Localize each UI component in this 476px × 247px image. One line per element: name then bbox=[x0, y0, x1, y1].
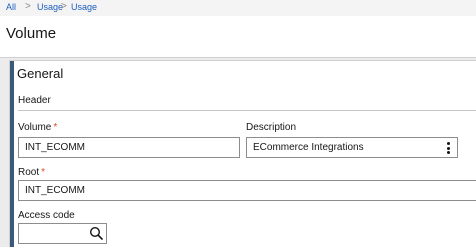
description-field[interactable]: ECommerce Integrations bbox=[246, 137, 458, 158]
volume-label-text: Volume bbox=[18, 122, 52, 133]
general-panel: General Header Volume * INT_ECOMM Descrip… bbox=[9, 60, 476, 247]
access-code-field[interactable] bbox=[18, 223, 107, 244]
breadcrumb-link-usage-2[interactable]: Usage bbox=[71, 2, 97, 12]
page-title: Volume bbox=[6, 25, 57, 42]
breadcrumb-separator: > bbox=[61, 1, 67, 12]
description-label: Description bbox=[246, 122, 297, 133]
root-label: Root * bbox=[18, 167, 45, 178]
root-field[interactable]: INT_ECOMM bbox=[18, 180, 476, 201]
section-divider bbox=[18, 110, 476, 111]
section-title: General bbox=[17, 66, 64, 81]
breadcrumb-link-usage-1[interactable]: Usage bbox=[37, 2, 63, 12]
volume-label: Volume * bbox=[18, 122, 57, 133]
volume-field[interactable]: INT_ECOMM bbox=[18, 137, 240, 158]
panel-accent-bar bbox=[10, 61, 14, 247]
breadcrumb-separator: > bbox=[25, 1, 31, 12]
required-marker: * bbox=[53, 122, 58, 133]
access-code-label: Access code bbox=[18, 210, 75, 221]
subsection-title: Header bbox=[18, 95, 51, 106]
breadcrumb-link-all[interactable]: All bbox=[6, 2, 16, 12]
kebab-vertical-icon[interactable] bbox=[447, 142, 450, 154]
root-label-text: Root bbox=[18, 167, 40, 178]
magnifier-icon[interactable] bbox=[88, 225, 105, 242]
page-header: Volume bbox=[0, 16, 476, 58]
breadcrumb: All > Usage > Usage bbox=[0, 0, 476, 16]
root-value: INT_ECOMM bbox=[25, 185, 85, 196]
required-marker: * bbox=[41, 167, 46, 178]
volume-value: INT_ECOMM bbox=[25, 142, 85, 153]
description-value: ECommerce Integrations bbox=[253, 142, 364, 153]
